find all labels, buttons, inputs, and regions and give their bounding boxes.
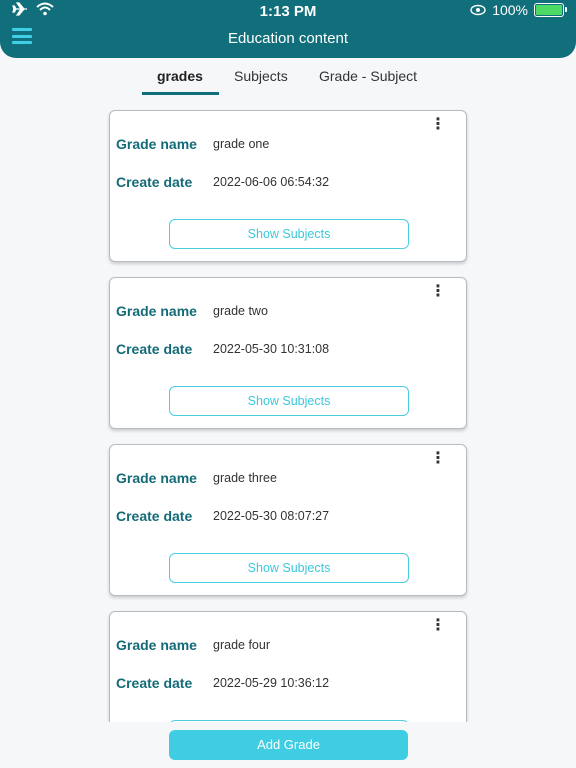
tab-grades[interactable]: grades bbox=[157, 68, 203, 84]
create-date-label: Create date bbox=[116, 174, 193, 190]
create-date-label: Create date bbox=[116, 341, 193, 357]
tab-subjects[interactable]: Subjects bbox=[234, 68, 288, 84]
grade-name-label: Grade name bbox=[116, 303, 197, 319]
tab-grade-subject[interactable]: Grade - Subject bbox=[319, 68, 417, 84]
tab-bar: grades Subjects Grade - Subject bbox=[0, 64, 576, 98]
show-subjects-button[interactable]: Show Subjects bbox=[169, 720, 409, 722]
grade-name-label: Grade name bbox=[116, 136, 197, 152]
create-date-label: Create date bbox=[116, 508, 193, 524]
grades-list[interactable]: ⋮ Grade name grade one Create date 2022-… bbox=[0, 100, 576, 722]
more-vert-icon[interactable]: ⋮ bbox=[430, 284, 446, 302]
grade-card: ⋮ Grade name grade four Create date 2022… bbox=[109, 611, 467, 722]
grade-name-value: grade two bbox=[213, 304, 268, 318]
grade-card: ⋮ Grade name grade two Create date 2022-… bbox=[109, 277, 467, 429]
show-subjects-button[interactable]: Show Subjects bbox=[169, 386, 409, 416]
grade-name-label: Grade name bbox=[116, 637, 197, 653]
grade-name-value: grade one bbox=[213, 137, 270, 151]
battery-icon bbox=[534, 3, 567, 17]
status-bar: 1:13 PM 100% bbox=[0, 0, 576, 22]
grade-name-value: grade four bbox=[213, 638, 270, 652]
create-date-value: 2022-05-30 10:31:08 bbox=[213, 342, 330, 356]
create-date-value: 2022-06-06 06:54:32 bbox=[213, 175, 330, 189]
create-date-value: 2022-05-30 08:07:27 bbox=[213, 509, 330, 523]
create-date-value: 2022-05-29 10:36:12 bbox=[213, 676, 330, 690]
add-grade-button[interactable]: Add Grade bbox=[169, 730, 408, 760]
more-vert-icon[interactable]: ⋮ bbox=[430, 618, 446, 636]
grade-name-label: Grade name bbox=[116, 470, 197, 486]
eye-icon bbox=[470, 4, 486, 16]
grade-card: ⋮ Grade name grade one Create date 2022-… bbox=[109, 110, 467, 262]
grade-name-value: grade three bbox=[213, 471, 277, 485]
create-date-label: Create date bbox=[116, 675, 193, 691]
app-bar: 1:13 PM 100% Education content bbox=[0, 0, 576, 58]
page-title: Education content bbox=[227, 30, 349, 47]
active-tab-indicator bbox=[142, 92, 219, 95]
battery-percent: 100% bbox=[492, 2, 528, 18]
show-subjects-button[interactable]: Show Subjects bbox=[169, 553, 409, 583]
grade-card: ⋮ Grade name grade three Create date 202… bbox=[109, 444, 467, 596]
more-vert-icon[interactable]: ⋮ bbox=[430, 117, 446, 135]
show-subjects-button[interactable]: Show Subjects bbox=[169, 219, 409, 249]
more-vert-icon[interactable]: ⋮ bbox=[430, 451, 446, 469]
